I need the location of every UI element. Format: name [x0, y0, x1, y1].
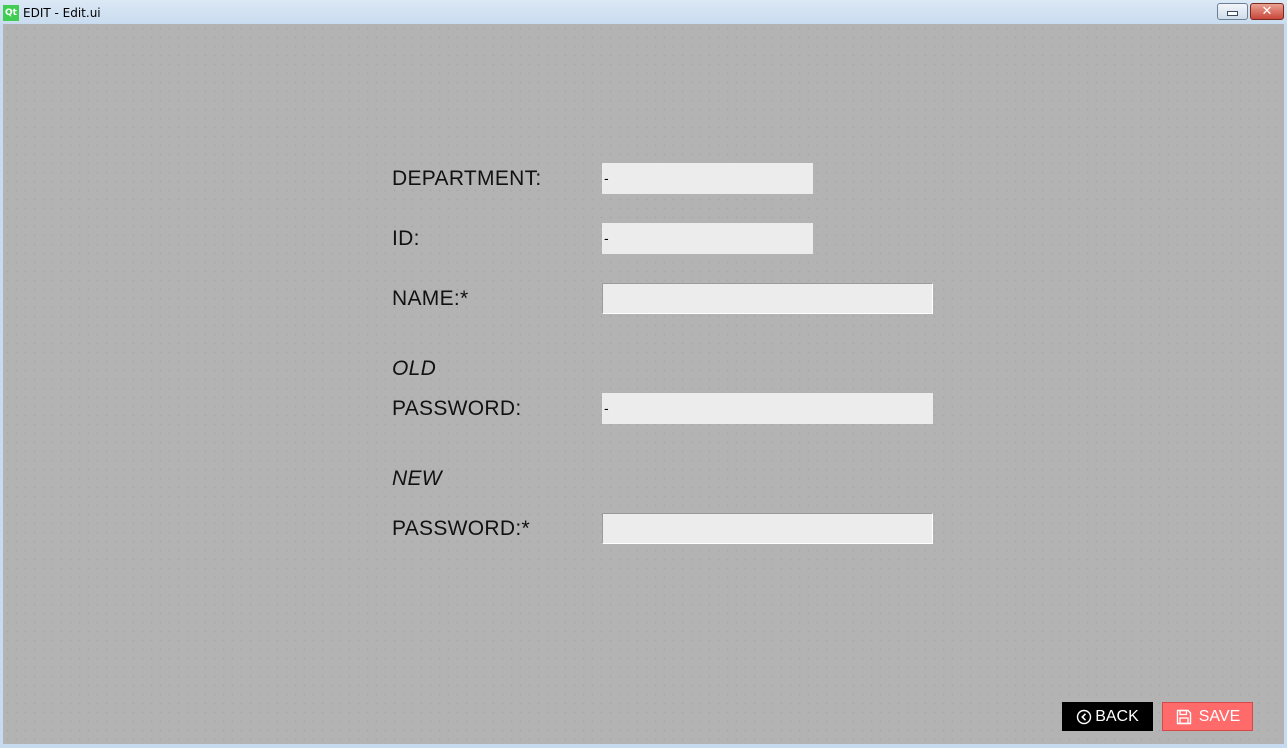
save-button[interactable]: SAVE: [1162, 702, 1253, 731]
name-input[interactable]: [602, 283, 933, 314]
department-label: DEPARTMENT:: [392, 167, 542, 190]
old-password-label-line2: PASSWORD:: [392, 397, 522, 420]
close-button[interactable]: ✕: [1250, 3, 1284, 20]
old-password-field: -: [602, 393, 933, 424]
back-button-label: BACK: [1095, 707, 1139, 725]
department-field: -: [602, 163, 813, 194]
window-title: EDIT - Edit.ui: [23, 6, 101, 20]
id-label: ID:: [392, 227, 420, 250]
close-icon: ✕: [1261, 4, 1273, 19]
name-label: NAME:*: [392, 287, 469, 310]
id-field: -: [602, 223, 813, 254]
qt-app-icon: Qt: [3, 5, 19, 21]
new-password-label-line2: PASSWORD:*: [392, 517, 530, 540]
edit-window: Qt EDIT - Edit.ui ✕ DEPARTMENT: - ID: - …: [0, 0, 1287, 748]
title-bar[interactable]: Qt EDIT - Edit.ui ✕: [0, 0, 1287, 24]
save-button-label: SAVE: [1198, 707, 1241, 725]
chevron-left-circle-icon: [1077, 709, 1092, 724]
minimize-icon: [1227, 10, 1238, 16]
floppy-disk-icon: [1176, 709, 1191, 724]
minimize-button[interactable]: [1217, 3, 1248, 20]
old-password-label-line1: OLD: [392, 357, 437, 380]
new-password-input[interactable]: [602, 513, 933, 544]
new-password-label-line1: NEW: [392, 467, 442, 490]
back-button[interactable]: BACK: [1062, 702, 1153, 731]
form-panel: DEPARTMENT: - ID: - NAME:* OLD PASSWORD:…: [3, 24, 1284, 744]
